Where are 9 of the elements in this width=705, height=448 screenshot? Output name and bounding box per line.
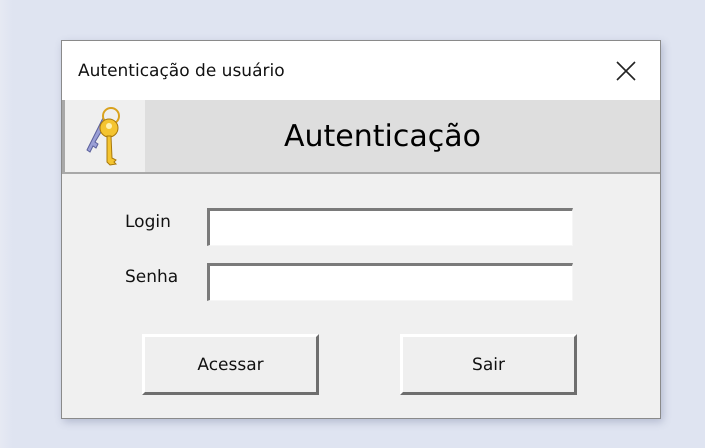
field-label: Senha [125, 266, 180, 287]
close-icon [616, 60, 636, 80]
header-title: Autenticação [283, 118, 482, 154]
login-button[interactable]: Acessar [142, 334, 319, 395]
field-label: Login [125, 211, 172, 232]
window-title: Autenticação de usuário [78, 60, 285, 80]
input-field[interactable] [207, 263, 573, 301]
exit-button[interactable]: Sair [400, 334, 577, 395]
input-field[interactable] [207, 208, 573, 246]
